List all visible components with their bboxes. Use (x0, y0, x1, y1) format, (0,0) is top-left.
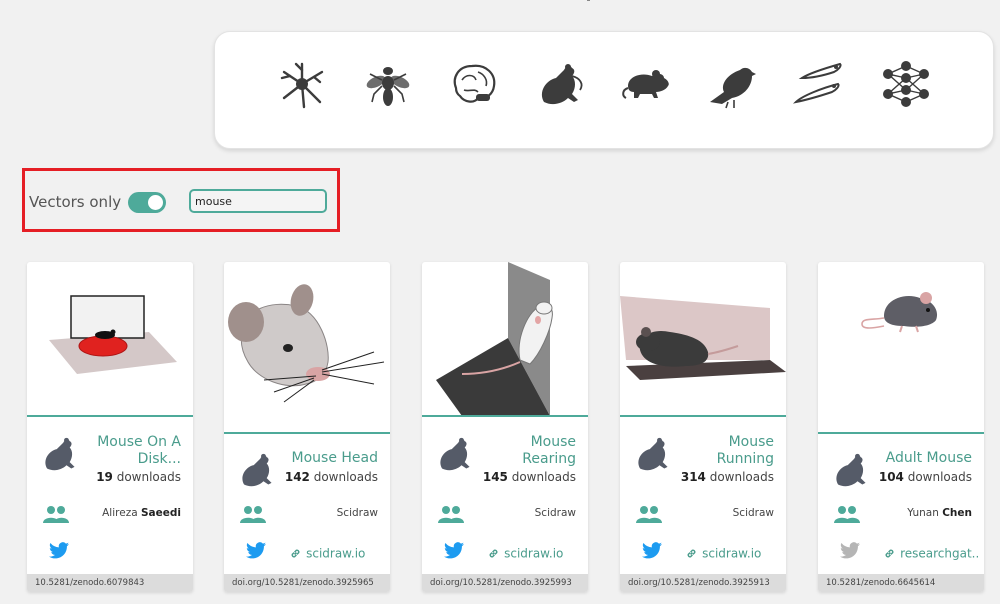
card-divider (818, 432, 984, 434)
author-first: Alireza (102, 507, 141, 519)
zebrafish-icon[interactable] (792, 58, 844, 110)
downloads-label: downloads (112, 470, 181, 484)
author-first: Scidraw (732, 507, 774, 519)
card-author: Alireza Saeedi (102, 507, 181, 519)
card-illustration (228, 284, 385, 403)
source-link[interactable]: scidraw.io (290, 543, 384, 561)
search-input[interactable] (189, 189, 327, 213)
source-link[interactable]: researchgat... (884, 543, 978, 561)
neural-network-icon[interactable] (880, 58, 932, 110)
card-author: Scidraw (535, 507, 576, 519)
card-downloads: 145 downloads (483, 470, 576, 484)
vectors-only-label: Vectors only (29, 193, 122, 211)
card-adult-mouse[interactable]: Adult Mouse 104 downloads Yunan Chen res… (818, 262, 984, 592)
downloads-label: downloads (507, 470, 576, 484)
card-mouse-on-a-disk[interactable]: Mouse On A Disk... 19 downloads Alireza … (27, 262, 193, 592)
source-link[interactable]: scidraw.io (488, 543, 582, 561)
link-text: researchgat... (900, 546, 978, 561)
twitter-icon[interactable] (444, 542, 464, 559)
download-count: 142 (284, 470, 310, 484)
card-divider (620, 415, 786, 417)
people-icon (834, 506, 860, 523)
link-icon (687, 549, 696, 558)
bird-icon[interactable] (706, 58, 758, 110)
download-count: 314 (680, 470, 706, 484)
card-mouse-head[interactable]: Mouse Head 142 downloads Scidraw scidraw… (224, 262, 390, 592)
card-title[interactable]: Mouse On A Disk... (85, 434, 181, 468)
link-text: scidraw.io (702, 546, 762, 561)
card-downloads: 19 downloads (96, 470, 181, 484)
link-text: scidraw.io (306, 546, 366, 561)
twitter-icon[interactable] (642, 542, 662, 559)
card-author: Yunan Chen (907, 507, 972, 519)
rodent-icon (836, 453, 866, 487)
downloads-label: downloads (309, 470, 378, 484)
link-icon (489, 549, 498, 558)
source-link[interactable]: scidraw.io (686, 543, 780, 561)
card-title[interactable]: Mouse Running (678, 434, 774, 468)
download-count: 19 (96, 470, 113, 484)
author-first: Scidraw (534, 507, 576, 519)
site-logo-fragment (587, 0, 590, 1)
link-icon (885, 549, 894, 558)
card-doi[interactable]: 10.5281/zenodo.6079843 (27, 574, 193, 592)
card-illustration (620, 296, 786, 380)
card-divider (224, 432, 390, 434)
downloads-label: downloads (705, 470, 774, 484)
author-last: Saeedi (140, 507, 181, 519)
card-title[interactable]: Adult Mouse (876, 450, 972, 467)
fly-icon[interactable] (362, 58, 414, 110)
author-first: Yunan (907, 507, 943, 519)
author-last: Chen (942, 507, 972, 519)
neuron-icon[interactable] (276, 58, 328, 110)
card-doi[interactable]: doi.org/10.5281/zenodo.3925965 (224, 574, 390, 592)
card-downloads: 314 downloads (681, 470, 774, 484)
card-downloads: 104 downloads (879, 470, 972, 484)
category-bar (214, 31, 994, 149)
people-icon (240, 506, 266, 523)
link-icon (291, 549, 300, 558)
rodent-icon[interactable] (534, 58, 586, 110)
rodent-icon (45, 437, 75, 471)
card-illustration (49, 295, 177, 374)
people-icon (438, 506, 464, 523)
rodent-icon (440, 437, 470, 471)
card-title[interactable]: Mouse Rearing (480, 434, 576, 468)
people-icon (636, 506, 662, 523)
card-mouse-running[interactable]: Mouse Running 314 downloads Scidraw scid… (620, 262, 786, 592)
rodent-icon (242, 453, 272, 487)
filter-panel: Vectors only (22, 168, 340, 232)
twitter-icon[interactable] (49, 542, 69, 559)
vectors-only-toggle[interactable] (128, 192, 166, 213)
download-count: 145 (482, 470, 508, 484)
author-first: Scidraw (336, 507, 378, 519)
card-divider (27, 415, 193, 417)
card-mouse-rearing[interactable]: Mouse Rearing 145 downloads Scidraw scid… (422, 262, 588, 592)
card-illustration (436, 262, 553, 416)
card-divider (422, 415, 588, 417)
card-doi[interactable]: 10.5281/zenodo.6645614 (818, 574, 984, 592)
mouse-icon[interactable] (620, 58, 672, 110)
people-icon (43, 506, 69, 523)
card-doi[interactable]: doi.org/10.5281/zenodo.3925993 (422, 574, 588, 592)
card-author: Scidraw (733, 507, 774, 519)
card-downloads: 142 downloads (285, 470, 378, 484)
twitter-icon[interactable] (246, 542, 266, 559)
link-text: scidraw.io (504, 546, 564, 561)
card-title[interactable]: Mouse Head (282, 450, 378, 467)
brain-icon[interactable] (448, 58, 500, 110)
card-illustration (861, 292, 938, 333)
card-author: Scidraw (337, 507, 378, 519)
downloads-label: downloads (903, 470, 972, 484)
rodent-icon (638, 437, 668, 471)
twitter-icon[interactable] (840, 542, 860, 559)
card-doi[interactable]: doi.org/10.5281/zenodo.3925913 (620, 574, 786, 592)
download-count: 104 (878, 470, 904, 484)
toggle-knob (148, 195, 163, 210)
